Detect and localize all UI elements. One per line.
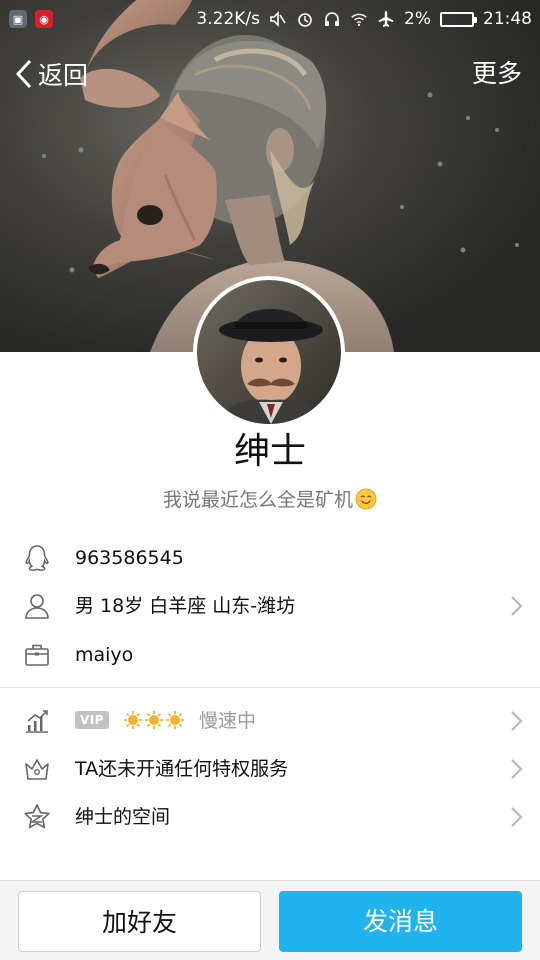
personal-info-row[interactable]: 男 18岁 白羊座 山东-潍坊 <box>0 582 540 630</box>
sun-level-icons <box>124 711 184 729</box>
penguin-icon <box>22 544 52 572</box>
network-speed: 3.22K/s <box>196 9 261 29</box>
avatar-image <box>197 280 341 424</box>
qzone-text: 绅士的空间 <box>75 806 171 828</box>
back-label: 返回 <box>38 61 89 90</box>
chevron-right-icon <box>511 711 523 731</box>
speed-status: 慢速中 <box>199 710 257 732</box>
company: maiyo <box>75 644 134 666</box>
airplane-icon <box>377 10 395 28</box>
status-bar: ▣ ◉ 3.22K/s 2% 21:48 <box>0 0 540 38</box>
signature-text: 我说最近怎么全是矿机 <box>162 489 353 511</box>
qzone-row[interactable]: 绅士的空间 <box>0 793 540 841</box>
company-row: maiyo <box>0 631 540 679</box>
privilege-text: TA还未开通任何特权服务 <box>75 758 289 780</box>
send-message-button[interactable]: 发消息 <box>279 891 522 952</box>
clock: 21:48 <box>483 9 532 29</box>
profile-page: ▣ ◉ 3.22K/s 2% 21:48 返回 更多 绅士 我说最近怎么全是矿机… <box>0 0 540 960</box>
back-button[interactable]: 返回 <box>14 56 88 92</box>
chevron-right-icon <box>511 596 523 616</box>
photo-app-icon: ▣ <box>9 10 27 28</box>
crown-icon <box>22 755 52 783</box>
vip-badge: VIP <box>75 711 109 729</box>
more-button[interactable]: 更多 <box>472 56 522 92</box>
chevron-left-icon <box>15 59 32 89</box>
smile-emoji-icon <box>355 488 377 510</box>
qq-number: 963586545 <box>75 547 184 569</box>
qq-number-row[interactable]: 963586545 <box>0 534 540 582</box>
personal-info: 男 18岁 白羊座 山东-潍坊 <box>75 595 296 617</box>
battery-icon <box>440 11 477 27</box>
add-friend-button[interactable]: 加好友 <box>18 891 261 952</box>
level-row[interactable]: VIP 慢速中 <box>0 697 540 745</box>
qzone-star-icon <box>22 803 52 831</box>
level-chart-icon <box>22 707 52 735</box>
briefcase-icon <box>22 641 52 669</box>
alarm-icon <box>296 10 314 28</box>
netease-music-icon: ◉ <box>35 10 53 28</box>
headphones-icon <box>323 10 341 28</box>
nickname: 绅士 <box>233 431 306 472</box>
avatar[interactable] <box>193 276 345 428</box>
wifi-icon <box>350 10 368 28</box>
level-info: VIP 慢速中 <box>75 697 256 745</box>
battery-percent: 2% <box>404 9 431 29</box>
bottom-action-bar: 加好友 发消息 <box>0 880 540 960</box>
chevron-right-icon <box>511 807 523 827</box>
user-icon <box>22 592 52 620</box>
privilege-row[interactable]: TA还未开通任何特权服务 <box>0 745 540 793</box>
signature: 我说最近怎么全是矿机 <box>0 486 540 514</box>
mute-icon <box>269 10 287 28</box>
chevron-right-icon <box>511 759 523 779</box>
section-divider <box>0 687 540 688</box>
